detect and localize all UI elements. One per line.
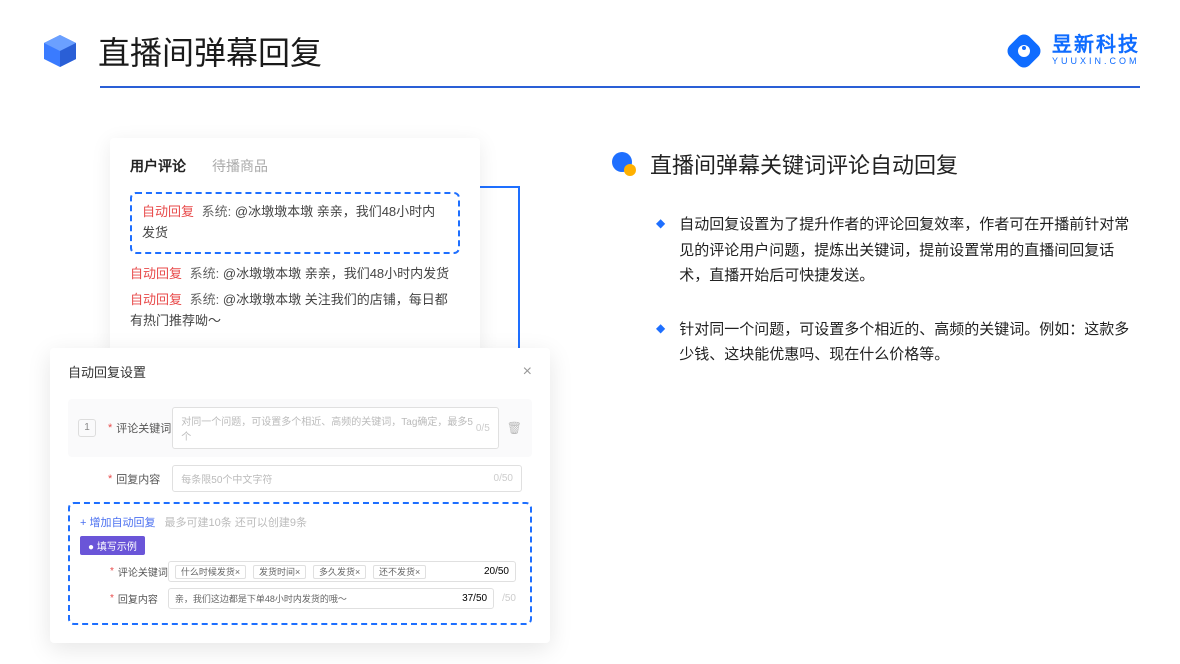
add-auto-reply-link[interactable]: + 增加自动回复 [80, 517, 155, 529]
rule-index: 1 [78, 419, 96, 437]
auto-reply-badge: 自动回复 [130, 266, 182, 281]
page-title: 直播间弹幕回复 [98, 28, 1006, 74]
outer-counter: /50 [502, 593, 516, 604]
brand-logo-icon [1006, 33, 1042, 69]
required-icon: * [110, 593, 114, 604]
modal-title: 自动回复设置 [68, 362, 146, 381]
example-badge: ● 填写示例 [80, 536, 145, 555]
bullet-text: 自动回复设置为了提升作者的评论回复效率，作者可在开播前针对常见的评论用户问题，提… [679, 212, 1130, 289]
counter: 20/50 [484, 566, 509, 577]
system-label: 系统: [190, 292, 220, 307]
example-section: + 增加自动回复 最多可建10条 还可以创建9条 ● 填写示例 * 评论关键词 … [68, 502, 532, 625]
example-reply-label: 回复内容 [118, 591, 168, 606]
counter: 0/5 [476, 423, 490, 434]
placeholder-text: 每条限50个中文字符 [181, 471, 272, 486]
tab-pending-products[interactable]: 待播商品 [212, 156, 268, 176]
required-icon: * [108, 473, 112, 485]
bullet-text: 针对同一个问题，可设置多个相近的、高频的关键词。例如：这款多少钱、这块能优惠吗、… [679, 317, 1130, 368]
tag-chip[interactable]: 发货时间× [253, 565, 306, 579]
comments-card: 用户评论 待播商品 自动回复 系统: @冰墩墩本墩 亲亲，我们48小时内发货 自… [110, 138, 480, 358]
delete-icon[interactable]: 🗑 [507, 421, 522, 435]
tag-chip[interactable]: 还不发货× [373, 565, 426, 579]
brand-url: YUUXIN.COM [1052, 55, 1140, 68]
keyword-label: 评论关键词 [116, 420, 172, 436]
required-icon: * [108, 422, 112, 434]
tab-user-comments[interactable]: 用户评论 [130, 156, 186, 176]
auto-reply-badge: 自动回复 [130, 292, 182, 307]
cube-icon [40, 31, 80, 71]
required-icon: * [110, 566, 114, 577]
auto-reply-badge: 自动回复 [142, 204, 194, 219]
reply-input[interactable]: 每条限50个中文字符 0/50 [172, 465, 522, 492]
reply-label: 回复内容 [116, 471, 172, 487]
example-keyword-input[interactable]: 什么时候发货× 发货时间× 多久发货× 还不发货× 20/50 [168, 561, 516, 582]
system-label: 系统: [202, 204, 232, 219]
tag-chip[interactable]: 多久发货× [313, 565, 366, 579]
bullet-icon: ◆ [656, 212, 665, 289]
tag-chip[interactable]: 什么时候发货× [175, 565, 246, 579]
brand: 昱新科技 YUUXIN.COM [1006, 33, 1140, 69]
counter: 0/50 [494, 473, 513, 484]
brand-name: 昱新科技 [1052, 35, 1140, 55]
system-label: 系统: [190, 266, 220, 281]
placeholder-text: 对同一个问题，可设置多个相近、高频的关键词，Tag确定，最多5个 [181, 413, 476, 443]
add-hint: 最多可建10条 还可以创建9条 [165, 517, 307, 529]
feature-title: 直播间弹幕关键词评论自动回复 [650, 148, 958, 180]
example-reply-input[interactable]: 亲，我们这边都是下单48小时内发货的哦～ 37/50 [168, 588, 494, 609]
example-reply-text: 亲，我们这边都是下单48小时内发货的哦～ [175, 592, 347, 605]
highlighted-comment: 自动回复 系统: @冰墩墩本墩 亲亲，我们48小时内发货 [130, 192, 460, 254]
counter: 37/50 [462, 593, 487, 604]
bullet-icon: ◆ [656, 317, 665, 368]
connector-line [480, 186, 520, 188]
example-keyword-label: 评论关键词 [118, 564, 168, 579]
chat-bubble-icon [610, 150, 638, 178]
auto-reply-settings-modal: 自动回复设置 × 1 * 评论关键词 对同一个问题，可设置多个相近、高频的关键词… [50, 348, 550, 643]
close-icon[interactable]: × [523, 363, 532, 381]
keyword-input[interactable]: 对同一个问题，可设置多个相近、高频的关键词，Tag确定，最多5个 0/5 [172, 407, 498, 449]
comment-text: @冰墩墩本墩 亲亲，我们48小时内发货 [223, 266, 449, 281]
